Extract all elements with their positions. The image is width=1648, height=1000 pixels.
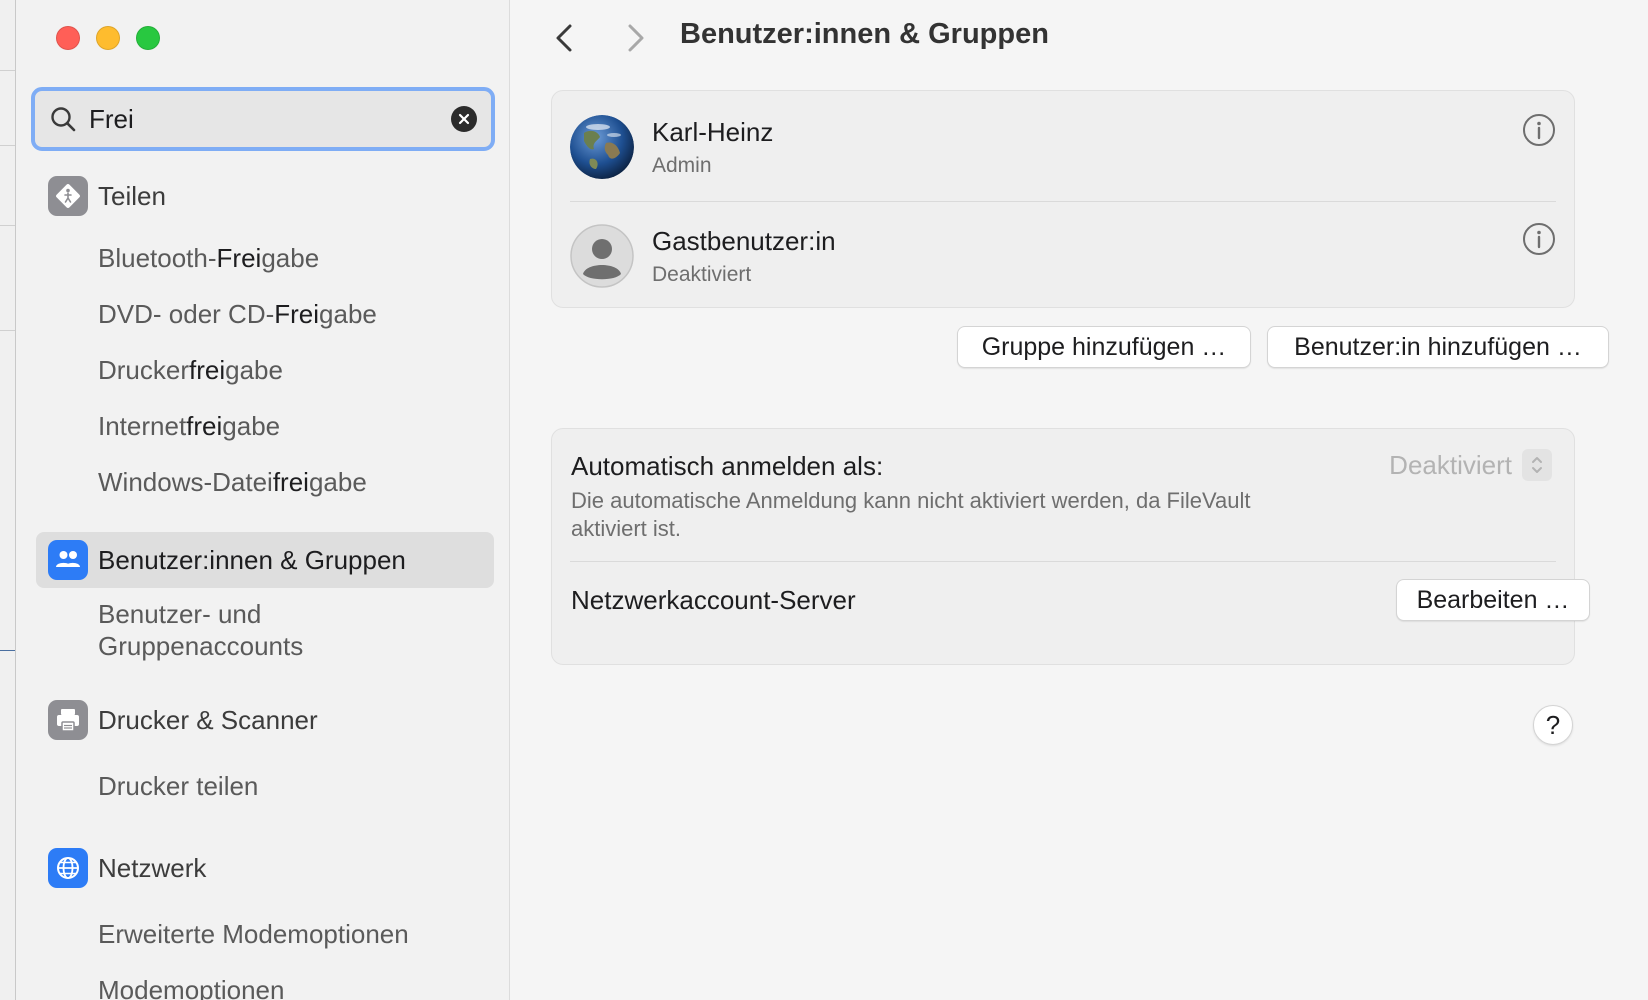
user-role: Admin — [652, 153, 712, 177]
subitem-text: Bluetooth- — [98, 243, 217, 273]
subitem-text: Windows-Datei — [98, 467, 273, 497]
subitem-text: Gruppenaccounts — [98, 631, 304, 661]
sidebar-item-printers-scanners[interactable]: Drucker & Scanner — [36, 692, 494, 748]
add-group-button[interactable]: Gruppe hinzufügen … — [957, 326, 1251, 368]
divider — [570, 561, 1556, 562]
up-down-chevron-icon — [1522, 449, 1552, 481]
subitem-text: Benutzer- und — [98, 599, 262, 629]
sidebar-item-users-groups[interactable]: Benutzer:innen & Gruppen — [36, 532, 494, 588]
sidebar-item-label: Teilen — [98, 180, 166, 211]
background-window — [0, 0, 16, 1000]
settings-window: Teilen Bluetooth-Freigabe DVD- oder CD-F… — [16, 0, 1648, 1000]
user-row[interactable]: Gastbenutzer:in Deaktiviert — [570, 202, 1556, 310]
user-name: Karl-Heinz — [652, 116, 774, 147]
close-icon — [458, 113, 470, 125]
subitem-text: Internet — [98, 411, 187, 441]
sidebar: Teilen Bluetooth-Freigabe DVD- oder CD-F… — [16, 0, 510, 1000]
autologin-section: Automatisch anmelden als: Die automatisc… — [551, 428, 1590, 665]
autologin-select-value: Deaktiviert — [1389, 449, 1512, 480]
zoom-window-button[interactable] — [136, 26, 160, 50]
search-match: frei — [186, 411, 223, 441]
subitem-text: DVD- oder CD- — [98, 299, 275, 329]
sidebar-subitem-printer-sharing[interactable]: Druckerfreigabe — [36, 354, 494, 386]
generic-person-avatar — [570, 224, 634, 288]
sidebar-subitem-advanced-modem-options[interactable]: Erweiterte Modemoptionen — [36, 918, 494, 950]
sidebar-subitem-user-group-accounts[interactable]: Benutzer- und Gruppenaccounts — [36, 598, 494, 662]
search-match: frei — [189, 355, 226, 385]
search-field[interactable] — [31, 87, 495, 151]
add-user-button[interactable]: Benutzer:in hinzufügen … — [1267, 326, 1609, 368]
sidebar-subitem-modem-options[interactable]: Modemoptionen — [36, 974, 494, 1000]
info-icon[interactable] — [1522, 113, 1556, 147]
autologin-select[interactable]: Deaktiviert — [1389, 449, 1552, 481]
subitem-text: gabe — [225, 355, 283, 385]
network-server-label: Netzwerkaccount-Server — [571, 585, 856, 615]
toolbar: Benutzer:innen & Gruppen — [510, 0, 1648, 76]
search-match: Frei — [274, 299, 320, 329]
sidebar-item-label: Netzwerk — [98, 852, 207, 883]
search-match: Frei — [216, 243, 262, 273]
chevron-left-icon[interactable] — [550, 20, 580, 56]
network-globe-icon — [48, 848, 88, 888]
subitem-text: gabe — [222, 411, 281, 441]
earth-avatar — [570, 115, 634, 179]
subitem-text: gabe — [319, 299, 377, 329]
subitem-text: gabe — [308, 467, 367, 497]
sidebar-subitem-share-printer[interactable]: Drucker teilen — [36, 770, 494, 802]
user-name: Gastbenutzer:in — [652, 225, 836, 256]
sidebar-results: Teilen Bluetooth-Freigabe DVD- oder CD-F… — [36, 168, 494, 1000]
search-icon — [51, 107, 76, 132]
search-match: frei — [272, 467, 309, 497]
autologin-label: Automatisch anmelden als: — [571, 451, 884, 481]
sidebar-subitem-dvd-cd-sharing[interactable]: DVD- oder CD-Freigabe — [36, 298, 494, 330]
search-input[interactable] — [89, 99, 451, 139]
printer-icon — [48, 700, 88, 740]
edit-network-server-button[interactable]: Bearbeiten … — [1396, 579, 1590, 621]
users-list: Karl-Heinz Admin Gastbenutzer:in Deaktiv… — [551, 90, 1575, 308]
sidebar-subitem-windows-file-sharing[interactable]: Windows-Dateifreigabe — [36, 466, 494, 498]
sharing-icon — [48, 176, 88, 216]
autologin-description: Die automatische Anmeldung kann nicht ak… — [571, 488, 1251, 541]
user-row[interactable]: Karl-Heinz Admin — [570, 93, 1556, 201]
subitem-text: Drucker — [98, 355, 190, 385]
info-icon[interactable] — [1522, 222, 1556, 256]
sidebar-item-label: Benutzer:innen & Gruppen — [98, 544, 406, 575]
window-controls — [56, 26, 160, 50]
sidebar-subitem-bluetooth-sharing[interactable]: Bluetooth-Freigabe — [36, 242, 494, 274]
help-button[interactable]: ? — [1533, 705, 1573, 745]
main-pane: Benutzer:innen & Gruppen Karl-Heinz Admi… — [510, 0, 1648, 1000]
close-window-button[interactable] — [56, 26, 80, 50]
sidebar-subitem-internet-sharing[interactable]: Internetfreigabe — [36, 410, 494, 442]
page-title: Benutzer:innen & Gruppen — [680, 18, 1049, 50]
chevron-right-icon[interactable] — [620, 20, 650, 56]
sidebar-item-label: Drucker & Scanner — [98, 704, 318, 735]
clear-search-button[interactable] — [451, 106, 477, 132]
sidebar-item-sharing[interactable]: Teilen — [36, 168, 494, 224]
user-role: Deaktiviert — [652, 262, 752, 286]
users-groups-icon — [48, 540, 88, 580]
minimize-window-button[interactable] — [96, 26, 120, 50]
subitem-text: gabe — [261, 243, 320, 273]
sidebar-item-network[interactable]: Netzwerk — [36, 840, 494, 896]
